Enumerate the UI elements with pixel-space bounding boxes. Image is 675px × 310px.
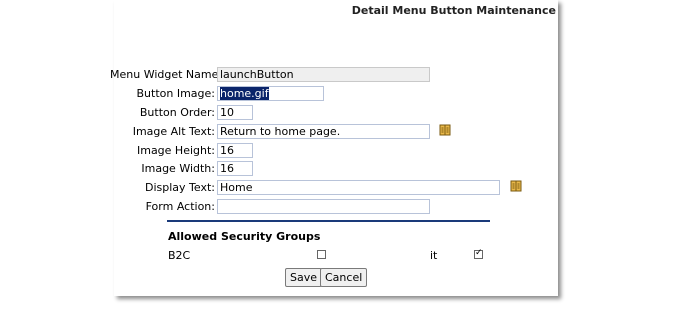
security-group-checkbox[interactable]: [317, 250, 326, 259]
display-text-label: Display Text:: [145, 181, 215, 194]
display-text-field[interactable]: Home: [217, 180, 500, 195]
image-height-field[interactable]: 16: [217, 143, 253, 158]
save-button[interactable]: Save: [285, 268, 323, 287]
book-icon[interactable]: [510, 180, 522, 192]
button-image-label: Button Image:: [136, 87, 216, 100]
form-action-field[interactable]: [217, 199, 430, 214]
security-group-checkbox[interactable]: [474, 248, 483, 259]
section-divider: [167, 220, 490, 222]
security-groups-heading: Allowed Security Groups: [168, 230, 321, 243]
cancel-button[interactable]: Cancel: [320, 268, 368, 287]
button-order-field[interactable]: 10: [217, 105, 253, 120]
page-title: Detail Menu Button Maintenance: [351, 4, 556, 17]
image-height-label: Image Height:: [136, 144, 215, 157]
menu-widget-name-label: Menu Widget Name:: [110, 68, 223, 81]
book-icon[interactable]: [439, 124, 451, 136]
button-image-value: home.gif: [220, 87, 269, 100]
image-width-label: Image Width:: [141, 162, 215, 175]
security-group-label: it: [430, 249, 438, 262]
button-order-label: Button Order:: [139, 106, 215, 119]
form-action-label: Form Action:: [145, 200, 215, 213]
image-alt-text-field[interactable]: Return to home page.: [217, 124, 430, 139]
image-alt-text-label: Image Alt Text:: [132, 125, 215, 138]
menu-widget-name-field: launchButton: [217, 67, 430, 82]
security-group-label: B2C: [168, 249, 191, 262]
image-width-field[interactable]: 16: [217, 161, 253, 176]
button-image-field[interactable]: home.gif: [217, 86, 324, 101]
